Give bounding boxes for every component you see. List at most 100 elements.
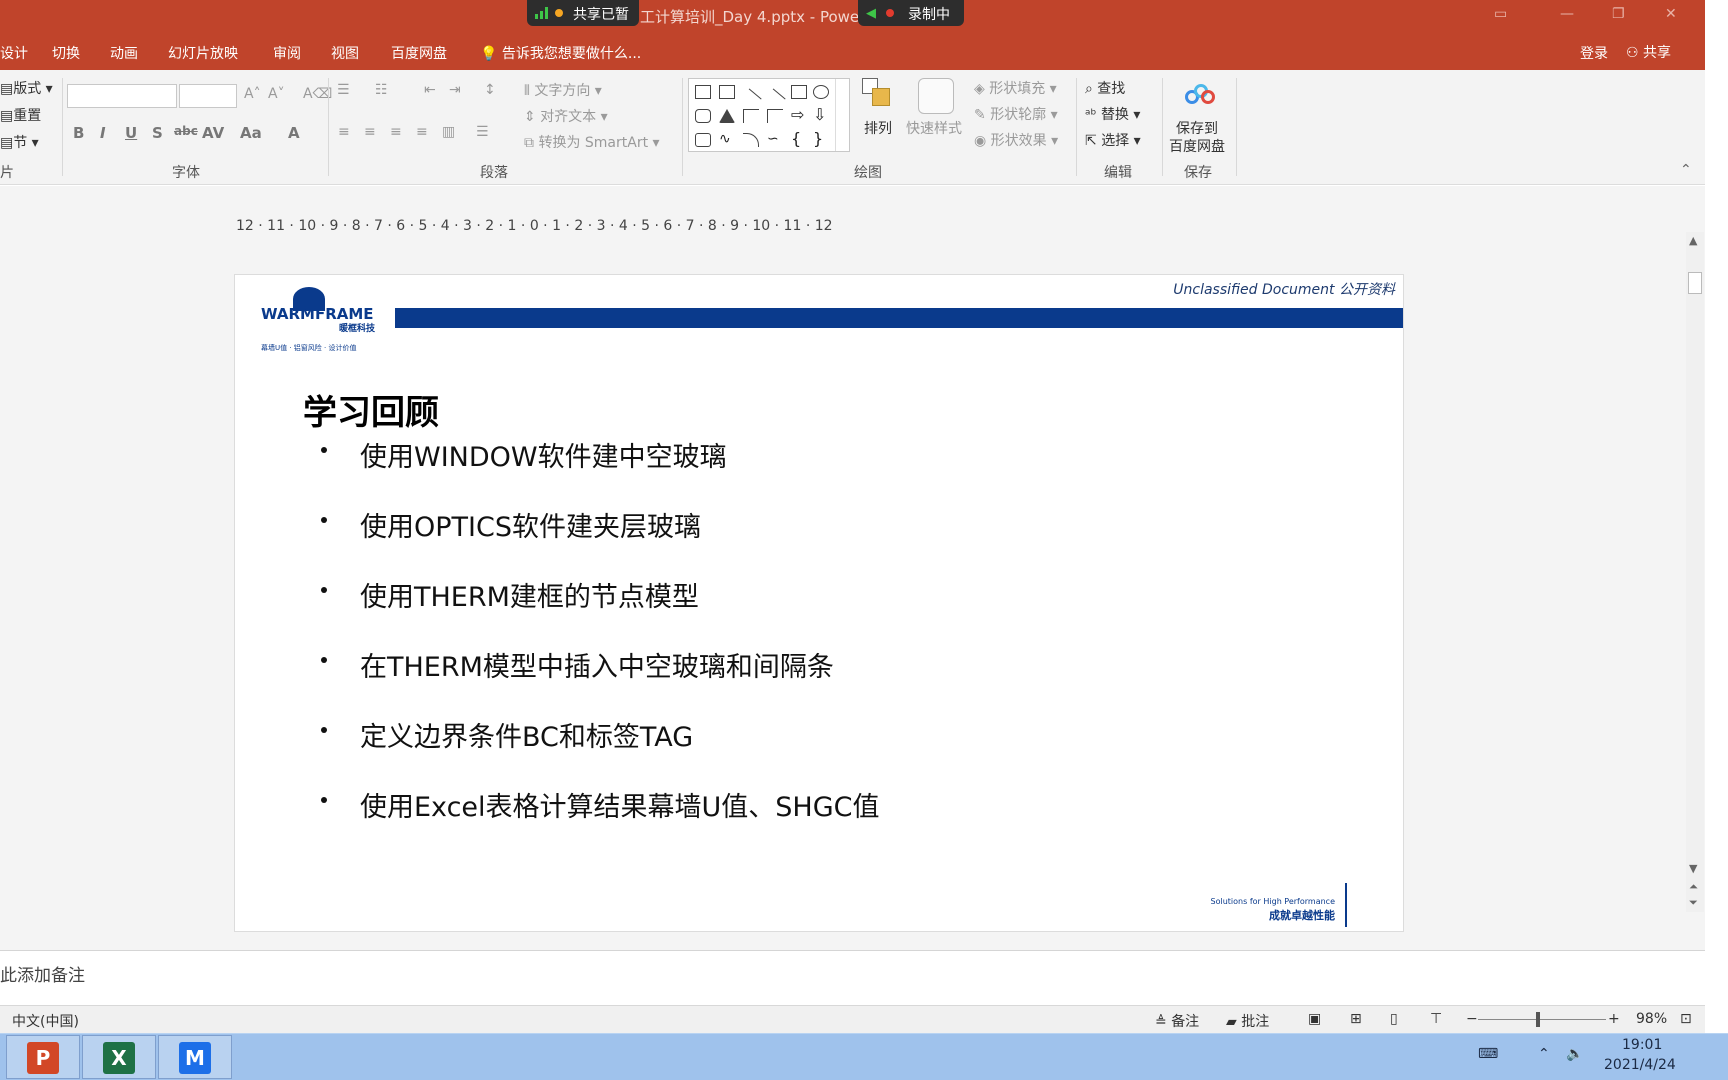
next-slide-icon[interactable]: ⏷ [1689,896,1698,910]
decrease-font-icon[interactable]: A˅ [268,86,285,102]
convert-smartart-button[interactable]: ⧉ 转换为 SmartArt ▾ [524,132,660,152]
increase-font-icon[interactable]: A˄ [244,86,261,102]
restore-icon[interactable]: ❐ [1612,6,1625,22]
line-spacing-icon[interactable]: ↕ [484,82,496,98]
slide-sorter-view-icon[interactable]: ⊞ [1350,1011,1362,1027]
shadow-icon[interactable]: S [152,124,163,142]
zoom-in-icon[interactable]: + [1608,1011,1620,1027]
replace-button[interactable]: ᵃᵇ 替换 ▾ [1085,104,1140,124]
shapes-gallery[interactable]: ⇨ ⇩ ∿ ∽ { } [688,78,850,152]
tell-me-search[interactable]: 💡 告诉我您想要做什么... [480,43,641,63]
rectangle-shape-icon[interactable] [791,85,807,99]
previous-slide-icon[interactable]: ⏶ [1689,880,1698,894]
ribbon-display-options-icon[interactable]: ▭ [1494,6,1507,22]
text-direction-button[interactable]: ⫴ 文字方向 ▾ [524,80,602,100]
arrange-button[interactable]: 排列 [864,118,892,138]
reading-view-icon[interactable]: ▯ [1390,1011,1398,1027]
strikethrough-icon[interactable]: abc [174,124,198,138]
arrow-shape-icon[interactable] [764,88,786,110]
shape-effects-button[interactable]: ◉ 形状效果 ▾ [974,130,1058,150]
taskbar-powerpoint[interactable]: P [6,1035,80,1079]
share-button[interactable]: ⚇ 共享 [1626,42,1671,62]
scribble-shape-icon[interactable]: ∿ [719,132,735,147]
zoom-out-icon[interactable]: − [1466,1011,1478,1027]
find-button[interactable]: ⌕ 查找 [1085,78,1125,98]
right-brace-shape-icon[interactable]: } [813,131,829,147]
select-button[interactable]: ⇱ 选择 ▾ [1085,130,1141,150]
freeform-shape-icon[interactable] [695,133,711,147]
align-left-icon[interactable]: ≡ [338,124,350,140]
font-color-icon[interactable]: A [288,124,300,142]
zoom-slider[interactable] [1478,1019,1606,1020]
notes-toggle-button[interactable]: ≜ 备注 [1155,1011,1199,1031]
elbow-connector-icon[interactable] [743,109,759,123]
clock-date[interactable]: 2021/4/24 [1604,1057,1676,1073]
comments-button[interactable]: ▰ 批注 [1226,1011,1269,1031]
screen-share-indicator[interactable]: 共享已暂 [527,0,639,26]
triangle-shape-icon[interactable] [719,109,735,123]
fit-to-window-icon[interactable]: ⊡ [1680,1011,1692,1027]
left-brace-shape-icon[interactable]: { [791,131,807,147]
increase-indent-icon[interactable]: ⇥ [449,82,461,98]
distributed-icon[interactable]: ▥ [442,124,455,140]
quick-styles-icon[interactable] [918,78,954,114]
scroll-thumb[interactable] [1688,272,1702,294]
slide-title[interactable]: 学习回顾 [303,385,439,434]
minimize-icon[interactable]: — [1560,6,1574,22]
clock-time[interactable]: 19:01 [1622,1037,1662,1053]
underline-icon[interactable]: U [125,124,137,142]
taskbar-meeting-app[interactable]: M [158,1035,232,1079]
tab-animations[interactable]: 动画 [110,43,138,63]
rounded-rect-shape-icon[interactable] [695,109,711,123]
language-indicator[interactable]: 中文(中国) [12,1011,79,1031]
save-to-netdisk-line2[interactable]: 百度网盘 [1169,136,1225,156]
slideshow-view-icon[interactable]: ⊤ [1430,1011,1442,1027]
align-text-button[interactable]: ⇕ 对齐文本 ▾ [524,106,608,126]
oval-shape-icon[interactable] [813,85,829,99]
decrease-indent-icon[interactable]: ⇤ [424,82,436,98]
quick-styles-button[interactable]: 快速样式 [906,118,962,138]
vertical-scrollbar[interactable]: ▲ ▼ ⏶ ⏷ [1686,232,1704,912]
save-to-netdisk-line1[interactable]: 保存到 [1176,118,1218,138]
textbox-shape-icon[interactable] [695,85,711,99]
notes-placeholder[interactable]: 此添加备注 [0,961,85,986]
align-right-icon[interactable]: ≡ [390,124,402,140]
login-button[interactable]: 登录 [1580,43,1608,63]
scroll-up-icon[interactable]: ▲ [1689,234,1697,247]
layout-button[interactable]: ▤版式 ▾ [0,78,53,98]
shape-fill-button[interactable]: ◈ 形状填充 ▾ [974,78,1057,98]
keyboard-icon[interactable]: ⌨ [1478,1046,1498,1062]
tab-slideshow[interactable]: 幻灯片放映 [168,43,238,63]
justify-icon[interactable]: ≡ [416,124,428,140]
tab-transitions[interactable]: 切换 [52,43,80,63]
right-arrow-shape-icon[interactable]: ⇨ [791,107,807,123]
scroll-down-icon[interactable]: ▼ [1689,862,1697,875]
tab-review[interactable]: 审阅 [273,43,301,63]
italic-icon[interactable]: I [100,124,106,142]
taskbar-excel[interactable]: X [82,1035,156,1079]
columns-icon[interactable]: ☰ [476,124,489,140]
bold-icon[interactable]: B [73,124,84,142]
bullets-icon[interactable]: ☰ [337,82,350,98]
arrange-icon[interactable] [862,78,892,112]
notes-pane[interactable]: 此添加备注 [0,950,1705,1005]
section-button[interactable]: ▤节 ▾ [0,132,39,152]
reset-button[interactable]: ▤重置 [0,105,41,125]
line-shape-icon[interactable] [740,88,762,110]
down-arrow-shape-icon[interactable]: ⇩ [813,107,829,123]
vertical-textbox-shape-icon[interactable] [719,85,735,99]
zoom-slider-thumb[interactable] [1536,1012,1541,1027]
slide-canvas[interactable]: WARMFRAME 暖框科技 幕墙U值 · 铝窗风险 · 设计价值 Unclas… [234,274,1404,932]
shape-outline-button[interactable]: ✎ 形状轮廓 ▾ [974,104,1058,124]
volume-icon[interactable]: 🔈 [1566,1046,1583,1062]
gallery-scroll[interactable] [835,79,849,151]
collapse-ribbon-icon[interactable]: ⌃ [1680,162,1692,178]
tab-baidu-netdisk[interactable]: 百度网盘 [391,43,447,63]
arc-shape-icon[interactable] [743,133,759,147]
font-size-combobox[interactable] [179,84,237,108]
baidu-cloud-icon[interactable] [1185,84,1215,106]
elbow-arrow-icon[interactable] [767,109,783,123]
tab-design[interactable]: 设计 [0,43,28,63]
align-center-icon[interactable]: ≡ [364,124,376,140]
tray-expand-icon[interactable]: ⌃ [1538,1046,1550,1062]
